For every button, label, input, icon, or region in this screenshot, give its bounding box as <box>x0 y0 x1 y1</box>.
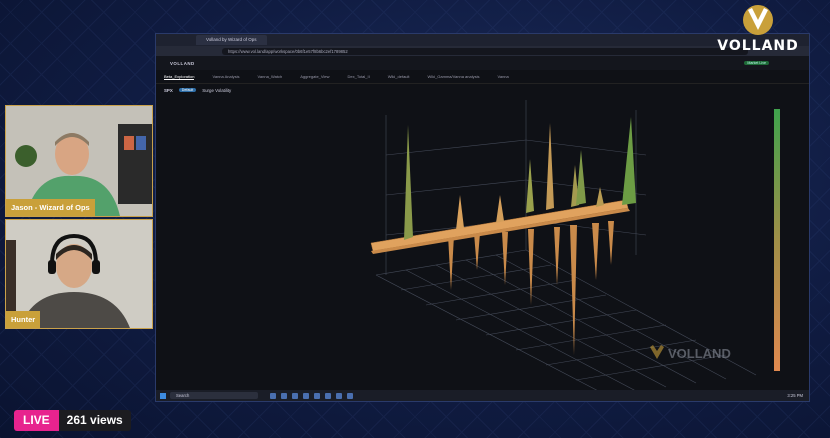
browser-tab[interactable]: Volland by Wizard of Ops <box>196 35 267 45</box>
app-icon[interactable] <box>303 392 309 399</box>
app-icon[interactable] <box>347 392 353 399</box>
tab-workspace[interactable]: Wiki_default <box>388 74 410 79</box>
volland-logo-text: VOLLAND <box>717 38 799 54</box>
app-icon[interactable] <box>292 392 298 399</box>
windows-start-icon[interactable] <box>160 392 166 399</box>
webcam-hunter: Hunter <box>5 219 153 329</box>
app-icon[interactable] <box>325 392 331 399</box>
address-bar[interactable]: https://www.vol.land/app/workspace/0b6f1… <box>222 47 748 55</box>
tab-workspace[interactable]: Vanna_Watch <box>258 74 283 79</box>
tab-workspace[interactable]: Vanna <box>497 74 508 79</box>
workspace-tabs: Beta_Exploration Vanna Analysis Vanna_Wa… <box>156 70 809 84</box>
live-indicator: LIVE 261 views <box>14 410 131 431</box>
tab-workspace[interactable]: Dex_Total_II <box>348 74 370 79</box>
ticker-badge: Default <box>178 88 197 92</box>
app-icon[interactable] <box>281 392 287 399</box>
live-badge: LIVE <box>14 410 59 431</box>
app-logo: VOLLAND <box>170 60 195 66</box>
webcam-jason: Jason - Wizard of Ops <box>5 105 153 217</box>
surface-chart[interactable]: VOLLAND <box>156 95 809 390</box>
app-icon[interactable] <box>314 392 320 399</box>
app-icon[interactable] <box>336 392 342 399</box>
tab-workspace[interactable]: Wiki_Gamma/Vanna analysis <box>428 74 480 79</box>
taskbar-search[interactable]: Search <box>170 392 258 399</box>
surface-spikes-down <box>448 221 614 355</box>
participant-name-label: Hunter <box>6 311 41 328</box>
app-icon[interactable] <box>270 392 276 399</box>
taskbar: Search 3:25 PM <box>156 390 809 401</box>
watermark-text: VOLLAND <box>668 346 731 361</box>
tab-workspace[interactable]: Beta_Exploration <box>164 74 195 80</box>
app-header: VOLLAND Market Live <box>156 56 809 70</box>
view-count: 261 views <box>58 410 131 431</box>
tab-workspace[interactable]: Aggregate_View <box>300 74 329 79</box>
market-status-badge: Market Live <box>744 61 769 65</box>
ticker-label[interactable]: SPX <box>164 88 173 93</box>
tab-workspace[interactable]: Vanna Analysis <box>212 74 239 79</box>
volland-logo: VOLLAND <box>712 2 804 54</box>
participant-name-label: Jason - Wizard of Ops <box>6 199 95 216</box>
taskbar-apps <box>270 392 353 399</box>
mode-label[interactable]: Surge Volatility <box>202 88 231 93</box>
volland-watermark: VOLLAND <box>650 345 731 361</box>
taskbar-clock: 3:25 PM <box>787 393 803 398</box>
browser-window: Volland by Wizard of Ops https://www.vol… <box>155 33 810 402</box>
volland-emblem-icon <box>743 5 773 35</box>
colorbar <box>774 109 780 371</box>
